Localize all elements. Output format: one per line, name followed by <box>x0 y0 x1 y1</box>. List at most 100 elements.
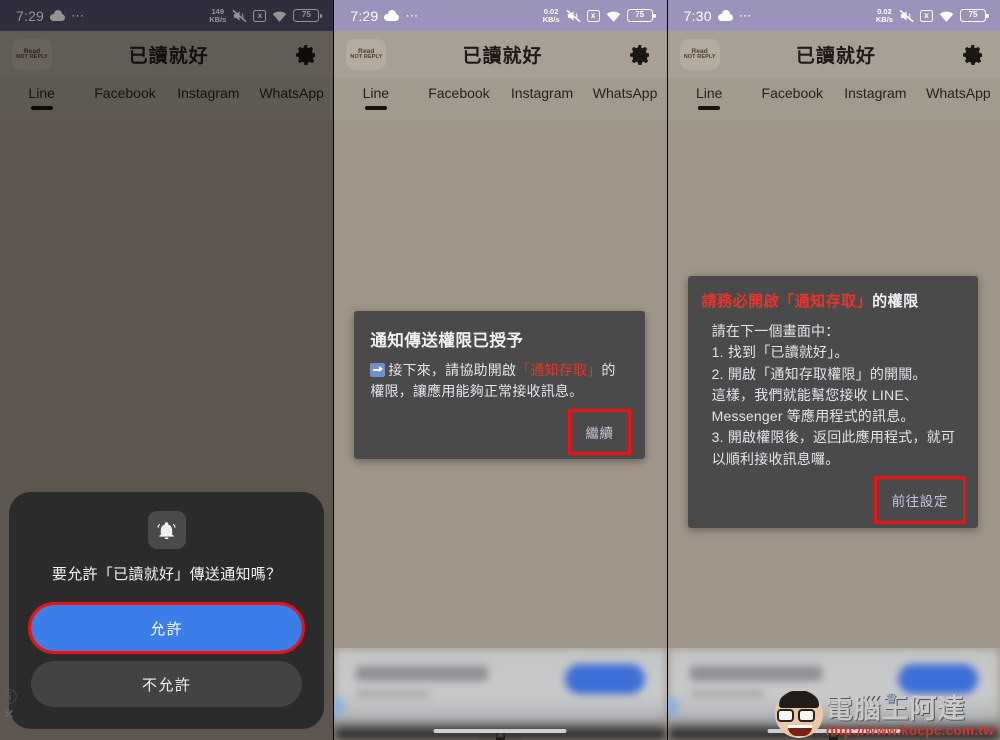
logo-line-2: NOT REPLY <box>16 54 48 60</box>
app-bar-2: Read NOT REPLY 已讀就好 <box>334 31 667 78</box>
cloud-icon <box>717 9 733 21</box>
mute-icon <box>232 9 247 23</box>
tab-whatsapp[interactable]: WhatsApp <box>584 85 667 110</box>
instruction-step: 3. 開啟權限後，返回此應用程式，就可 <box>711 429 956 446</box>
more-dots-icon: ⋯ <box>405 7 420 23</box>
status-bar-3: 7:30 ⋯ 0.02 KB/s x 75 <box>667 0 1000 31</box>
toast-title-tail: 的權限 <box>872 293 919 310</box>
toast-title: 通知傳送權限已授予 <box>370 332 524 350</box>
wifi-icon <box>606 10 621 22</box>
blurred-action-button <box>564 664 645 694</box>
info-circle-icon: ⓘ <box>3 689 17 705</box>
page-title: 已讀就好 <box>795 46 876 67</box>
wifi-icon <box>272 10 287 22</box>
deny-button[interactable]: 不允許 <box>31 661 303 707</box>
tab-line[interactable]: Line <box>334 85 417 110</box>
blurred-chip <box>334 698 345 716</box>
x-box-icon: x <box>919 9 933 22</box>
more-dots-icon: ⋯ <box>738 7 753 23</box>
status-left-1: 7:29 ⋯ <box>16 8 85 24</box>
instruction-step: Messenger 等應用程式的訊息。 <box>711 408 915 425</box>
tab-line[interactable]: Line <box>668 85 751 110</box>
tab-line[interactable]: Line <box>0 85 83 110</box>
gear-icon[interactable] <box>625 40 655 70</box>
x-box-icon: x <box>253 9 267 22</box>
tab-instagram[interactable]: Instagram <box>167 85 250 110</box>
content-area-2: 通知傳送權限已授予 接下來，請協助開啟「通知存取」的權限，讓應用能夠正常接收訊息… <box>334 120 667 740</box>
page-title: 已讀就好 <box>462 46 543 67</box>
tab-bar-2: Line Facebook Instagram WhatsApp <box>334 78 667 120</box>
permission-granted-toast: 通知傳送權限已授予 接下來，請協助開啟「通知存取」的權限，讓應用能夠正常接收訊息… <box>354 311 645 459</box>
tab-instagram[interactable]: Instagram <box>834 85 917 110</box>
toast-body-prefix: 接下來，請協助開啟 <box>388 362 517 378</box>
status-right-2: 0.02 KB/s x 75 <box>542 6 656 24</box>
screenshot-stage: 7:29 ⋯ 149 KB/s x 75 Read NOT REPLY 已讀就好… <box>0 0 1000 740</box>
toast-title: 請務必開啟「通知存取」的權限 <box>702 290 964 311</box>
tab-facebook[interactable]: Facebook <box>417 85 500 110</box>
blurred-bottom-sheet-2 <box>334 648 667 740</box>
logo-line-2: NOT REPLY <box>350 54 383 60</box>
network-speed: 0.02 KB/s <box>542 6 560 24</box>
cloud-icon <box>50 9 66 21</box>
gear-icon[interactable] <box>958 40 988 70</box>
blurred-text-line <box>689 666 822 681</box>
instruction-step: 2. 開啟「通知存取權限」的開關。 <box>711 365 927 382</box>
status-left-3: 7:30 ⋯ <box>684 8 753 24</box>
instruction-step: 以順利接收訊息囉。 <box>711 450 840 467</box>
notification-access-instructions-toast: 請務必開啟「通知存取」的權限 請在下一個畫面中： 1. 找到「已讀就好」。 2.… <box>687 276 978 528</box>
mute-icon <box>566 9 581 23</box>
status-time: 7:29 <box>350 7 379 24</box>
status-right-1: 149 KB/s x 75 <box>209 6 323 24</box>
home-indicator <box>767 729 901 733</box>
toast-actions: 繼續 <box>370 408 631 455</box>
blurred-chip <box>667 698 678 716</box>
phone-panel-2: 7:29 ⋯ 0.02 KB/s x 75 Read NOT REPLY 已讀就… <box>334 0 667 740</box>
toast-body: 接下來，請協助開啟「通知存取」的權限，讓應用能夠正常接收訊息。 <box>370 360 628 403</box>
continue-button[interactable]: 繼續 <box>568 408 631 455</box>
tab-facebook[interactable]: Facebook <box>83 85 166 110</box>
blurred-text-line <box>689 690 764 698</box>
instruction-step: 1. 找到「已讀就好」。 <box>711 344 849 361</box>
close-x-icon: ✕ <box>3 706 15 722</box>
status-bar-2: 7:29 ⋯ 0.02 KB/s x 75 <box>334 0 667 31</box>
blurred-action-button <box>897 664 978 694</box>
phone-panel-1: 7:29 ⋯ 149 KB/s x 75 Read NOT REPLY 已讀就好… <box>0 0 334 740</box>
tab-bar-1: Line Facebook Instagram WhatsApp <box>0 78 334 120</box>
network-speed: 0.02 KB/s <box>875 6 893 24</box>
app-bar-1: Read NOT REPLY 已讀就好 <box>0 31 334 78</box>
gear-icon[interactable] <box>291 40 321 70</box>
battery-icon: 75 <box>959 9 989 22</box>
app-bar-3: Read NOT REPLY 已讀就好 <box>667 31 1000 78</box>
toast-title-warn: 請務必開啟「通知存取」 <box>701 293 873 310</box>
blurred-text-line <box>356 666 489 681</box>
logo-line-2: NOT REPLY <box>683 54 716 60</box>
content-area-3: 請務必開啟「通知存取」的權限 請在下一個畫面中： 1. 找到「已讀就好」。 2.… <box>667 120 1000 740</box>
bell-icon <box>147 511 186 549</box>
network-speed: 149 KB/s <box>209 6 227 24</box>
blurred-bottom-sheet-3 <box>667 648 1000 740</box>
blurred-text-line <box>356 690 431 698</box>
allow-button-highlight: 允許 <box>27 602 306 654</box>
toast-body-highlight: 「通知存取」 <box>516 362 602 378</box>
tab-instagram[interactable]: Instagram <box>500 85 583 110</box>
more-dots-icon: ⋯ <box>71 7 86 23</box>
tab-whatsapp[interactable]: WhatsApp <box>250 85 333 110</box>
instruction-step: 這樣，我們就能幫您接收 LINE、 <box>711 386 919 403</box>
phone-panel-3: 7:30 ⋯ 0.02 KB/s x 75 Read NOT REPLY 已讀就… <box>667 0 1000 740</box>
tab-facebook[interactable]: Facebook <box>751 85 834 110</box>
cloud-icon <box>384 9 400 21</box>
accessibility-edge-glyphs: ⓘ ✕ <box>3 690 17 722</box>
go-to-settings-button[interactable]: 前往設定 <box>873 475 966 524</box>
mute-icon <box>899 9 914 23</box>
status-left-2: 7:29 ⋯ <box>350 8 419 24</box>
toast-actions: 前往設定 <box>702 475 966 524</box>
battery-icon: 75 <box>626 9 656 22</box>
tab-whatsapp[interactable]: WhatsApp <box>917 85 1000 110</box>
x-box-icon: x <box>586 9 600 22</box>
status-bar-1: 7:29 ⋯ 149 KB/s x 75 <box>0 0 334 31</box>
status-time: 7:30 <box>683 7 712 24</box>
right-arrow-emoji <box>370 363 386 377</box>
allow-button[interactable]: 允許 <box>31 605 303 651</box>
wifi-icon <box>939 10 954 22</box>
permission-question: 要允許「已讀就好」傳送通知嗎？ <box>51 566 282 583</box>
